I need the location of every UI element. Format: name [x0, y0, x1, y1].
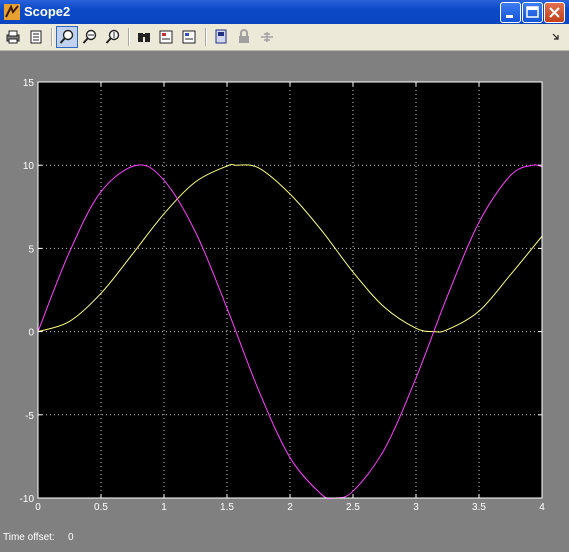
scope-chart[interactable]: 0 0.5 1 1.5 2 2.5 3 3.5 4 -10 -5 0 5 10 15 — [0, 52, 569, 526]
x-tick-label: 4 — [539, 502, 545, 513]
y-tick-label: -5 — [25, 411, 34, 422]
toolbar — [0, 24, 569, 51]
zoom-y-button[interactable] — [102, 26, 124, 48]
minimize-icon — [506, 15, 513, 18]
x-tick-label: 1 — [161, 502, 167, 513]
close-button[interactable] — [544, 2, 565, 23]
x-tick-label: 3.5 — [472, 502, 486, 513]
parameters-icon — [30, 30, 42, 44]
y-tick-label: 0 — [28, 328, 34, 339]
time-offset-value: 0 — [68, 532, 74, 543]
y-tick-label: 10 — [23, 161, 35, 172]
toolbar-overflow-arrow-icon — [552, 33, 559, 40]
simulink-app-icon — [4, 4, 20, 20]
plot-area: 0 0.5 1 1.5 2 2.5 3 3.5 4 -10 -5 0 5 10 15 — [0, 52, 569, 526]
floating-scope-button[interactable] — [210, 26, 232, 48]
toolbar-overflow-button[interactable] — [547, 26, 565, 48]
window-title: Scope2 — [24, 4, 71, 19]
save-axes-icon — [159, 30, 173, 44]
signal-selection-icon — [261, 32, 273, 42]
y-tick-label: 5 — [28, 244, 34, 255]
autoscale-binoculars-icon — [138, 33, 150, 42]
print-button[interactable] — [2, 26, 24, 48]
close-icon — [549, 7, 560, 18]
title-bar[interactable]: Scope2 — [0, 0, 569, 24]
print-icon — [6, 30, 20, 44]
save-axes-button[interactable] — [156, 26, 178, 48]
zoom-x-button[interactable] — [79, 26, 101, 48]
restore-axes-button[interactable] — [179, 26, 201, 48]
signal-selection-button[interactable] — [256, 26, 278, 48]
status-bar: Time offset: 0 — [0, 526, 569, 552]
x-tick-label: 3 — [413, 502, 419, 513]
autoscale-button[interactable] — [133, 26, 155, 48]
x-tick-label: 1.5 — [220, 502, 234, 513]
zoom-button[interactable] — [56, 26, 78, 48]
maximize-icon — [526, 6, 539, 18]
x-tick-label: 2 — [287, 502, 293, 513]
time-offset-label: Time offset: — [3, 532, 55, 543]
floating-scope-icon — [215, 29, 227, 44]
x-tick-label: 2.5 — [346, 502, 360, 513]
maximize-button[interactable] — [522, 2, 543, 23]
y-tick-label: 15 — [23, 78, 35, 89]
lock-axes-button[interactable] — [233, 26, 255, 48]
restore-axes-icon — [182, 30, 196, 44]
x-tick-label: 0.5 — [94, 502, 108, 513]
zoom-x-icon — [82, 29, 97, 44]
minimize-button[interactable] — [500, 2, 521, 23]
x-tick-label: 0 — [35, 502, 41, 513]
zoom-y-icon — [105, 29, 120, 44]
parameters-button[interactable] — [25, 26, 47, 48]
lock-axes-icon — [239, 29, 249, 43]
zoom-icon — [59, 29, 74, 44]
y-tick-label: -10 — [20, 494, 35, 505]
